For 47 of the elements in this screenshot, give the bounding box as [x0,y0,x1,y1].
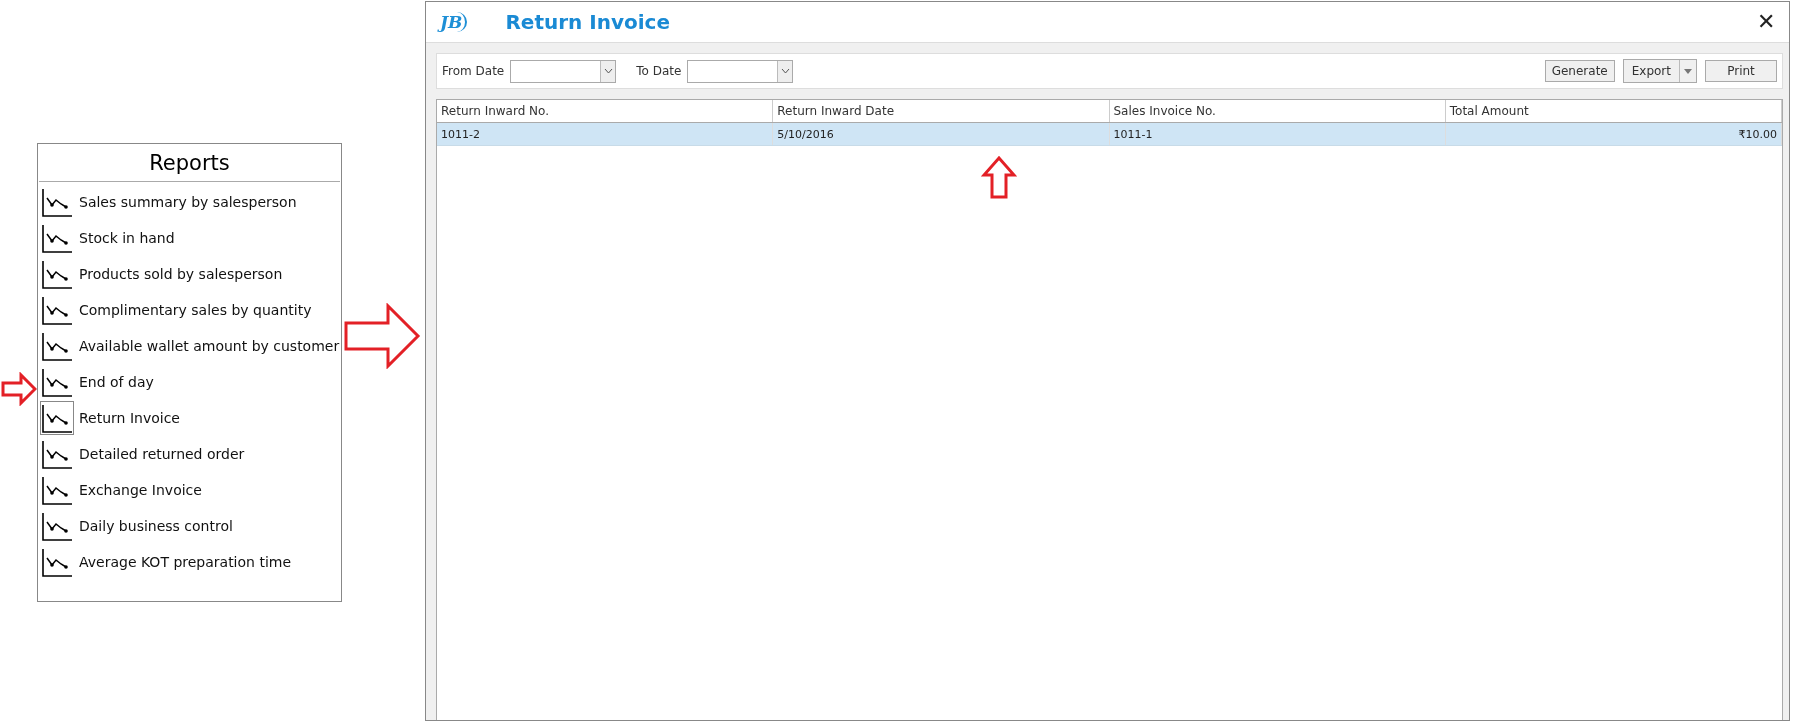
report-item[interactable]: Daily business control [41,510,341,542]
close-button[interactable]: ✕ [1753,9,1779,35]
column-header[interactable]: Sales Invoice No. [1109,100,1446,122]
line-chart-icon [41,366,73,398]
line-chart-icon [41,330,73,362]
line-chart-icon [41,510,73,542]
date-dropdown[interactable] [687,59,794,83]
report-item[interactable]: Detailed returned order [41,438,341,470]
toolbar-button[interactable]: Print [1705,60,1777,82]
caret-down-icon [1684,68,1692,74]
report-item[interactable]: Return Invoice [41,402,341,434]
chevron-down-icon [603,68,613,74]
window-title: Return Invoice [505,10,671,34]
table-row[interactable]: 1011-2 5/10/2016 1011-1 ₹10.00 [437,123,1782,146]
column-header[interactable]: Total Amount [1445,100,1782,122]
callout-arrow-icon [981,155,1017,199]
line-chart-icon [41,294,73,326]
line-chart-icon [41,546,73,578]
report-item[interactable]: Exchange Invoice [41,474,341,506]
report-item[interactable]: Available wallet amount by customer [41,330,341,362]
toolbar-button[interactable]: Generate [1544,60,1615,82]
table-cell: 1011-2 [437,123,774,145]
line-chart-icon [41,186,73,218]
line-chart-icon [41,402,73,434]
column-header[interactable]: Return Inward No. [437,100,774,122]
report-item[interactable]: Products sold by salesperson [41,258,341,290]
callout-arrow-icon [1,372,37,406]
chevron-down-icon [780,68,790,74]
line-chart-icon [41,438,73,470]
column-header[interactable]: Return Inward Date [773,100,1110,122]
report-item[interactable]: Sales summary by salesperson [41,186,341,218]
line-chart-icon [41,222,73,254]
report-item[interactable]: End of day [41,366,341,398]
report-item[interactable]: Complimentary sales by quantity [41,294,341,326]
line-chart-icon [41,258,73,290]
table-cell: 5/10/2016 [773,123,1110,145]
filter-label: From Date [442,64,505,78]
table-cell: ₹10.00 [1445,123,1782,145]
report-item[interactable]: Stock in hand [41,222,341,254]
date-dropdown[interactable] [510,59,617,83]
line-chart-icon [41,474,73,506]
filter-label: To Date [636,64,682,78]
table-cell: 1011-1 [1109,123,1446,145]
callout-arrow-icon [343,303,421,369]
app-logo: JB [436,12,468,32]
panel-title: Reports [39,144,340,182]
report-item[interactable]: Average KOT preparation time [41,546,341,578]
